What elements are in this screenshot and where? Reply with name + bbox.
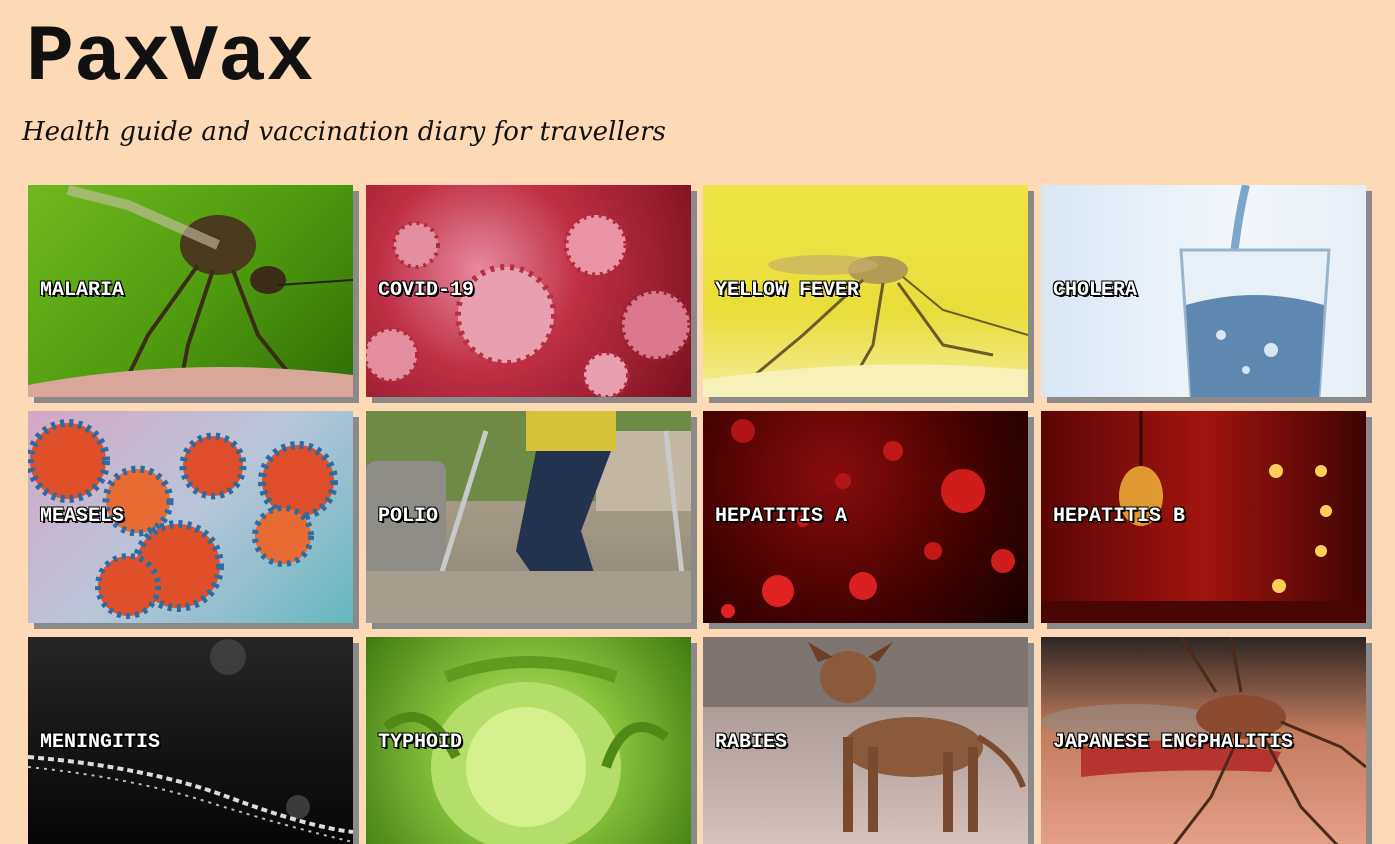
tile-polio[interactable]: POLIO [366,411,691,623]
tile-label: CHOLERA [1053,279,1138,302]
tile-rabies[interactable]: RABIES [703,637,1028,844]
tile-label: HEPATITIS A [715,505,848,528]
tile-label: HEPATITIS B [1053,505,1186,528]
tile-malaria[interactable]: MALARIA [28,185,353,397]
disease-grid: MALARIA COVID-19 YELLOW FEVER CHOLERA ME… [28,185,1368,844]
tile-cholera[interactable]: CHOLERA [1041,185,1366,397]
tile-label: TYPHOID [378,731,463,754]
tile-covid-19[interactable]: COVID-19 [366,185,691,397]
tile-label: MALARIA [40,279,125,302]
tile-meningitis[interactable]: MENINGITIS [28,637,353,844]
tile-label: JAPANESE ENCPHALITIS [1053,731,1294,754]
tile-label: COVID-19 [378,279,475,302]
tile-label: MENINGITIS [40,731,161,754]
tile-label: MEASELS [40,505,125,528]
tile-label: POLIO [378,505,439,528]
tile-label: RABIES [715,731,788,754]
tile-japanese-encphalitis[interactable]: JAPANESE ENCPHALITIS [1041,637,1366,844]
tile-measels[interactable]: MEASELS [28,411,353,623]
tile-label: YELLOW FEVER [715,279,860,302]
site-title: PaxVax [26,13,315,104]
tile-hepatitis-b[interactable]: HEPATITIS B [1041,411,1366,623]
tile-typhoid[interactable]: TYPHOID [366,637,691,844]
tile-yellow-fever[interactable]: YELLOW FEVER [703,185,1028,397]
tile-hepatitis-a[interactable]: HEPATITIS A [703,411,1028,623]
site-tagline: Health guide and vaccination diary for t… [22,117,666,147]
